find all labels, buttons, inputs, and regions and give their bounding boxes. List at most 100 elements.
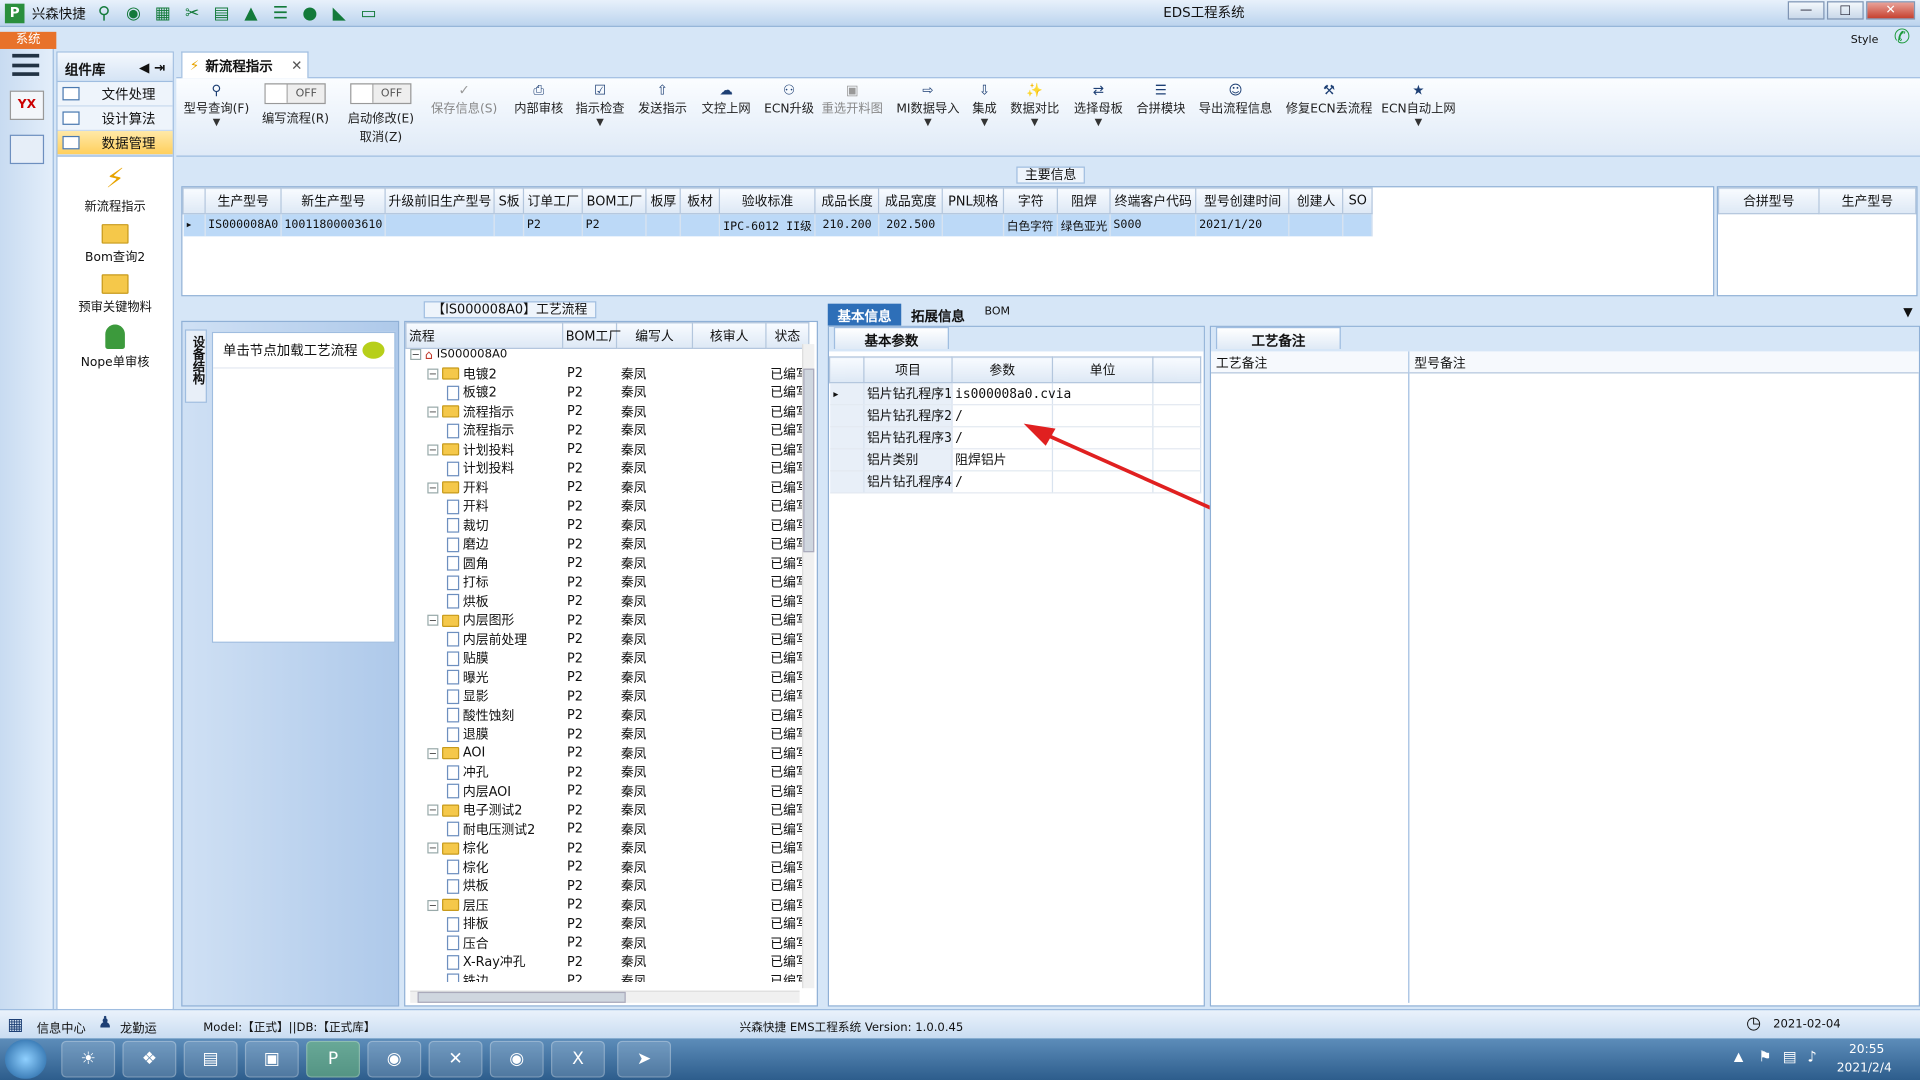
tree-node[interactable]: 排板 P2 秦凤 已编写 (405, 915, 809, 934)
tree-node[interactable]: 耐电压测试2 P2 秦凤 已编写 (405, 820, 809, 839)
start-modify-toggle[interactable]: OFF 启动修改(E) 取消(Z) (348, 83, 414, 144)
collapse-icon[interactable]: − (427, 406, 439, 418)
tree-node[interactable]: − 流程指示 P2 秦凤 已编写 (405, 402, 809, 421)
flag-icon[interactable]: ⚑ (1758, 1048, 1771, 1065)
tree-node[interactable]: − 电镀2 P2 秦凤 已编写 (405, 364, 809, 383)
model-query-button[interactable]: ⚲ 型号查询(F) ▼ (184, 83, 250, 128)
collapse-icon[interactable]: − (427, 368, 439, 380)
system-tab[interactable]: 系统 (0, 31, 57, 49)
yx-module-icon[interactable]: YX (9, 90, 45, 121)
equipment-vertical-tab[interactable]: 设备结构 (184, 329, 207, 403)
tree-node[interactable]: 流程指示 P2 秦凤 已编写 (405, 421, 809, 440)
instruct-check-button[interactable]: ☑ 指示检查 ▼ (576, 83, 625, 128)
table-cell[interactable]: 202.500 (878, 213, 944, 236)
tree-node[interactable]: − 层压 P2 秦凤 已编写 (405, 896, 809, 915)
film-icon[interactable]: ▤ (211, 2, 233, 24)
column-header[interactable]: 成品宽度 (878, 187, 944, 215)
column-header[interactable]: 新生产型号 (280, 187, 387, 215)
nav-item-algorithm[interactable]: 设计算法 (57, 107, 173, 132)
column-header[interactable]: 终端客户代码 (1109, 187, 1197, 215)
tree-node[interactable]: 开料 P2 秦凤 已编写 (405, 497, 809, 516)
send-instruct-button[interactable]: ⇧ 发送指示 (638, 83, 687, 117)
table-cell[interactable]: IPC-6012 II级 (719, 213, 816, 236)
table-cell[interactable]: 2021/1/20 (1196, 213, 1290, 236)
column-header[interactable]: 创建人 (1288, 187, 1344, 215)
chart-icon[interactable]: ▲ (240, 2, 262, 24)
table-cell[interactable]: S000 (1110, 213, 1197, 236)
collapse-icon[interactable]: − (427, 615, 439, 627)
collapse-icon[interactable]: − (427, 842, 439, 854)
chevron-down-icon[interactable]: ▼ (1903, 306, 1912, 319)
minimize-button[interactable]: — (1787, 1, 1825, 20)
table-cell[interactable] (680, 213, 721, 236)
area-chart-icon[interactable]: ◣ (328, 2, 350, 24)
select-master-button[interactable]: ⇄ 选择母板 ▼ (1074, 83, 1123, 128)
launcher-new-flow[interactable]: ⚡ 新流程指示 (58, 166, 173, 214)
column-header[interactable]: 成品长度 (814, 187, 880, 215)
nav-item-data[interactable]: 数据管理 (57, 131, 173, 156)
globe-icon[interactable]: ◉ (122, 2, 144, 24)
tree-node[interactable]: − 开料 P2 秦凤 已编写 (405, 478, 809, 497)
tree-node[interactable]: − AOI P2 秦凤 已编写 (405, 744, 809, 763)
table-cell[interactable] (1289, 213, 1344, 236)
monitor-icon[interactable]: ▭ (358, 2, 380, 24)
taskbar-app-network[interactable]: ◉ (489, 1040, 544, 1078)
tray-arrow-icon[interactable]: ▲ (1734, 1051, 1743, 1064)
tab-new-flow[interactable]: ⚡ 新流程指示 ✕ (181, 51, 309, 79)
tree-node[interactable]: 圆角 P2 秦凤 已编写 (405, 554, 809, 573)
model-remark-box[interactable]: 型号备注 (1409, 351, 1919, 1002)
mi-import-button[interactable]: ⇨ MI数据导入 ▼ (896, 83, 959, 128)
table-cell[interactable] (646, 213, 682, 236)
column-header[interactable]: S板 (493, 187, 525, 215)
taskbar-app-eye[interactable]: ◉ (367, 1040, 422, 1078)
data-compare-button[interactable]: ✨ 数据对比 ▼ (1010, 83, 1059, 128)
tree-node[interactable]: 磨边 P2 秦凤 已编写 (405, 535, 809, 554)
hamburger-icon[interactable] (12, 53, 40, 76)
tree-node[interactable]: − 电子测试2 P2 秦凤 已编写 (405, 801, 809, 820)
table-cell[interactable]: 210.200 (815, 213, 880, 236)
volume-icon[interactable]: ♪ (1807, 1048, 1816, 1065)
tree-node[interactable]: 烘板 P2 秦凤 已编写 (405, 592, 809, 611)
tree-node[interactable]: 裁切 P2 秦凤 已编写 (405, 516, 809, 535)
taskbar-app-send[interactable]: ➤ (617, 1040, 672, 1078)
taskbar-app-eds[interactable]: P (306, 1040, 361, 1078)
table-cell[interactable] (942, 213, 1005, 236)
column-header[interactable]: 型号创建时间 (1195, 187, 1290, 215)
export-flow-button[interactable]: ☺ 导出流程信息 (1199, 83, 1272, 117)
tab-basic-info[interactable]: 基本信息 (827, 303, 902, 326)
tree-node[interactable]: 打标 P2 秦凤 已编写 (405, 573, 809, 592)
search-icon[interactable]: ⚲ (93, 2, 115, 24)
internal-review-button[interactable]: ⎙ 内部审核 (514, 83, 563, 117)
table-cell[interactable] (385, 213, 496, 236)
save-info-button[interactable]: ✓ 保存信息(S) (431, 83, 497, 117)
tree-scrollbar[interactable] (802, 344, 815, 989)
table-cell[interactable]: IS000008A0 (205, 213, 282, 236)
tree-hscrollbar[interactable] (410, 990, 800, 1003)
tree-node[interactable]: 计划投料 P2 秦凤 已编写 (405, 459, 809, 478)
ecn-auto-button[interactable]: ★ ECN自动上网 ▼ (1381, 83, 1455, 128)
phone-icon[interactable]: ✆ (1894, 24, 1910, 47)
tree-node[interactable]: 铣边 P2 秦凤 已编写 (405, 972, 809, 983)
tree-node[interactable]: − 棕化 P2 秦凤 已编写 (405, 839, 809, 858)
table-icon[interactable]: ▦ (152, 2, 174, 24)
taskbar-app-save[interactable]: ▣ (244, 1040, 299, 1078)
tab-process-remark[interactable]: 工艺备注 (1215, 326, 1341, 349)
tree-node[interactable]: − 计划投料 P2 秦凤 已编写 (405, 440, 809, 459)
tree-node[interactable]: 内层AOI P2 秦凤 已编写 (405, 782, 809, 801)
column-header[interactable]: PNL规格 (941, 187, 1005, 215)
column-header[interactable]: 阻焊 (1057, 187, 1111, 215)
write-flow-toggle[interactable]: OFF 编写流程(R) (262, 83, 329, 126)
collapse-icon[interactable]: − (427, 804, 439, 816)
fix-ecn-button[interactable]: ⚒ 修复ECN丢流程 (1286, 83, 1373, 117)
table-cell[interactable]: 10011800003610 (281, 213, 387, 236)
integrate-button[interactable]: ⇩ 集成 ▼ (972, 83, 996, 128)
collapse-icon[interactable]: − (427, 444, 439, 456)
scissors-icon[interactable]: ✂ (181, 2, 203, 24)
column-header[interactable]: 板厚 (645, 187, 682, 215)
tree-node[interactable]: 压合 P2 秦凤 已编写 (405, 934, 809, 953)
table-row[interactable]: ▸ IS000008A0 10011800003610 P2 P2 IPC-6012 II… (183, 213, 1374, 236)
taskbar-app-notes[interactable]: ▤ (183, 1040, 238, 1078)
list-icon[interactable]: ☰ (269, 2, 291, 24)
tree-node[interactable]: 酸性蚀刻 P2 秦凤 已编写 (405, 706, 809, 725)
table-cell[interactable]: 白色字符 (1003, 213, 1059, 236)
